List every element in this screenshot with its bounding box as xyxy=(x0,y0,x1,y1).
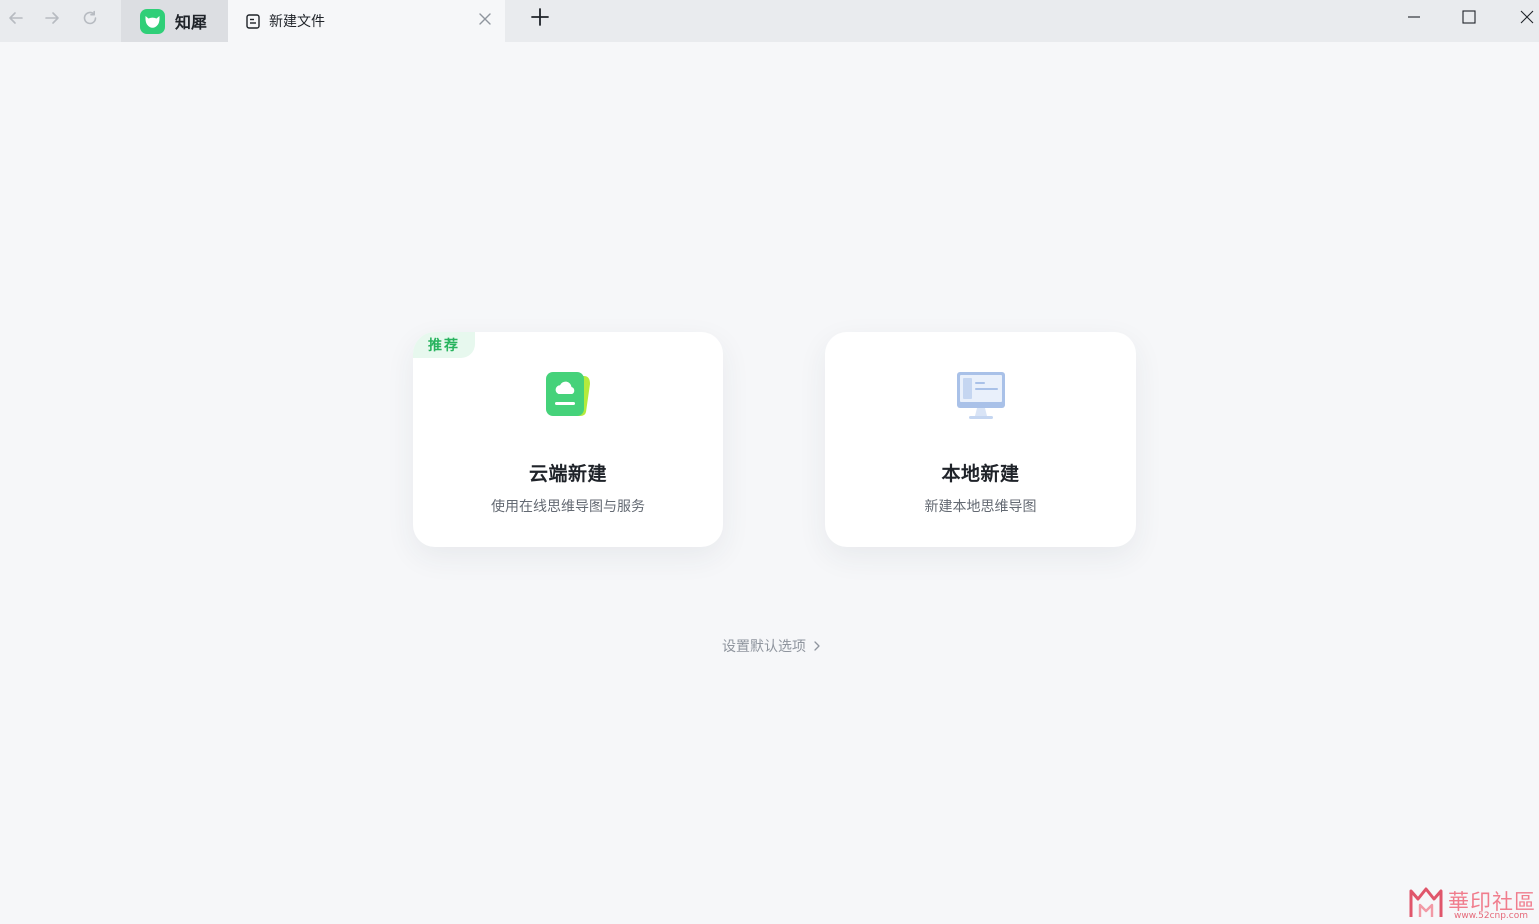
cloud-new-title: 云端新建 xyxy=(528,463,607,485)
new-tab-button[interactable] xyxy=(529,6,551,28)
default-settings-link[interactable]: 设置默认选项 xyxy=(722,636,822,656)
watermark-url: www.52cnp.com xyxy=(1454,911,1529,921)
watermark: 華印社區 www.52cnp.com xyxy=(1408,885,1536,921)
maximize-icon xyxy=(1462,10,1476,24)
cloud-folder-icon xyxy=(546,372,590,416)
close-tab-button[interactable] xyxy=(477,11,493,27)
close-icon xyxy=(479,13,491,25)
arrow-right-icon xyxy=(45,12,59,24)
cloud-new-card[interactable]: 推荐 云端新建 使用在线思维导图与服务 xyxy=(413,332,723,547)
local-new-card[interactable]: 本地新建 新建本地思维导图 xyxy=(825,332,1136,547)
tab-label: 新建文件 xyxy=(269,14,325,30)
title-bar: 知犀 新建文件 xyxy=(0,0,1539,42)
chevron-right-icon xyxy=(814,641,820,651)
close-window-button[interactable] xyxy=(1515,6,1539,28)
document-icon xyxy=(246,13,260,29)
close-icon xyxy=(1520,10,1534,24)
plus-icon xyxy=(531,8,549,26)
arrow-left-icon xyxy=(9,12,23,24)
local-new-title: 本地新建 xyxy=(941,463,1020,485)
back-button[interactable] xyxy=(2,5,30,31)
recommend-badge: 推荐 xyxy=(413,332,475,358)
home-tab[interactable]: 知犀 xyxy=(121,0,228,42)
monitor-icon xyxy=(956,372,1005,419)
reload-icon xyxy=(83,10,97,25)
zhixi-logo-icon xyxy=(140,8,165,34)
maximize-button[interactable] xyxy=(1457,6,1481,28)
minimize-icon xyxy=(1408,16,1420,18)
forward-button[interactable] xyxy=(38,5,66,31)
tab-new-file[interactable]: 新建文件 xyxy=(228,0,505,42)
local-new-description: 新建本地思维导图 xyxy=(924,499,1037,515)
watermark-logo-icon xyxy=(1409,887,1443,917)
cloud-new-description: 使用在线思维导图与服务 xyxy=(491,499,645,515)
reload-button[interactable] xyxy=(76,5,104,31)
default-settings-label: 设置默认选项 xyxy=(722,639,806,655)
minimize-button[interactable] xyxy=(1402,6,1426,28)
home-tab-label: 知犀 xyxy=(175,13,208,32)
